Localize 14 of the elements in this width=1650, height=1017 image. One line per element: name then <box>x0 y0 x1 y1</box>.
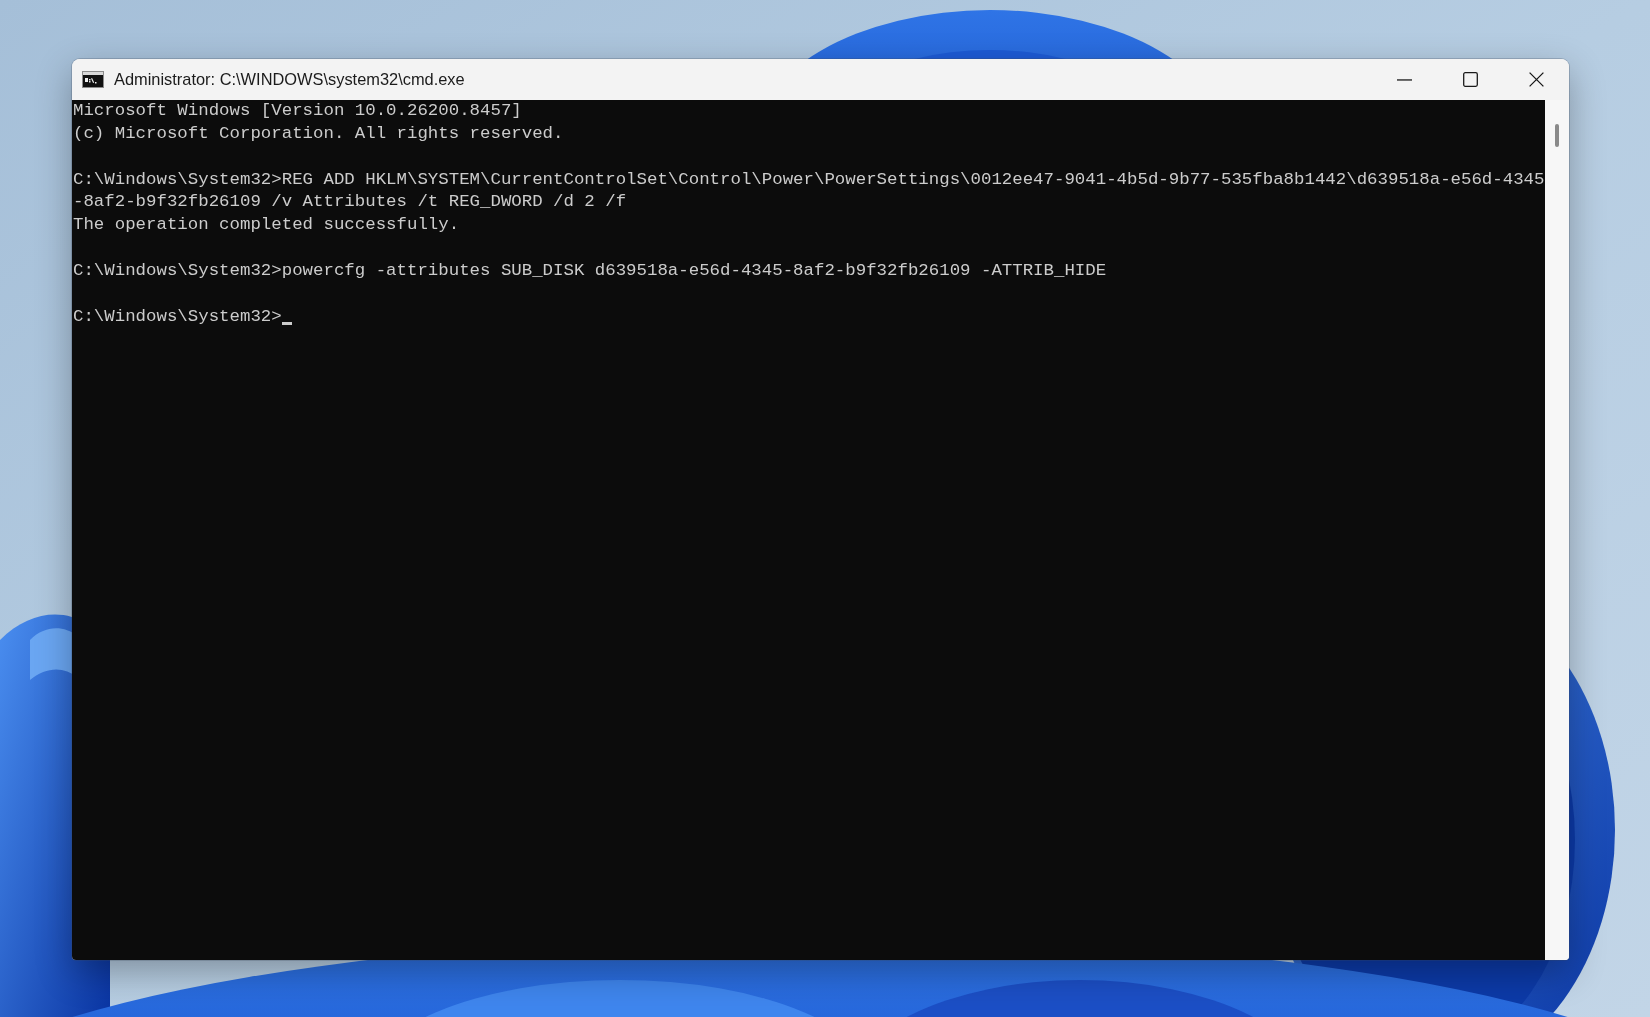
console-line: C:\Windows\System32>REG ADD HKLM\SYSTEM\CurrentControlSet\Control\Power\PowerSettings\0012ee47-9041-4b5d-9b77-535fba8b1442\d639518a-e56d-4345 <box>73 168 1545 191</box>
minimize-icon <box>1396 78 1412 81</box>
console-line: The operation completed successfully. <box>73 214 460 237</box>
terminal-icon <box>82 71 104 88</box>
console-line: C:\Windows\System32>powercfg -attributes SUB_DISK d639518a-e56d-4345-8af2-b9f32fb26109 -ATTRIB_HIDE <box>73 259 1107 282</box>
console-line: (c) Microsoft Corporation. All rights reserved. <box>73 122 564 145</box>
console-line: C:\Windows\System32> <box>73 305 282 328</box>
console-line: Microsoft Windows [Version 10.0.26200.8457] <box>73 100 522 122</box>
close-icon <box>1528 72 1544 87</box>
scrollbar[interactable] <box>1545 100 1569 960</box>
window-title: Administrator: C:\WINDOWS\system32\cmd.exe <box>114 70 465 89</box>
console-line: -8af2-b9f32fb26109 /v Attributes /t REG_DWORD /d 2 /f <box>73 191 627 214</box>
maximize-icon <box>1462 72 1478 87</box>
scrollbar-thumb[interactable] <box>1555 124 1559 147</box>
